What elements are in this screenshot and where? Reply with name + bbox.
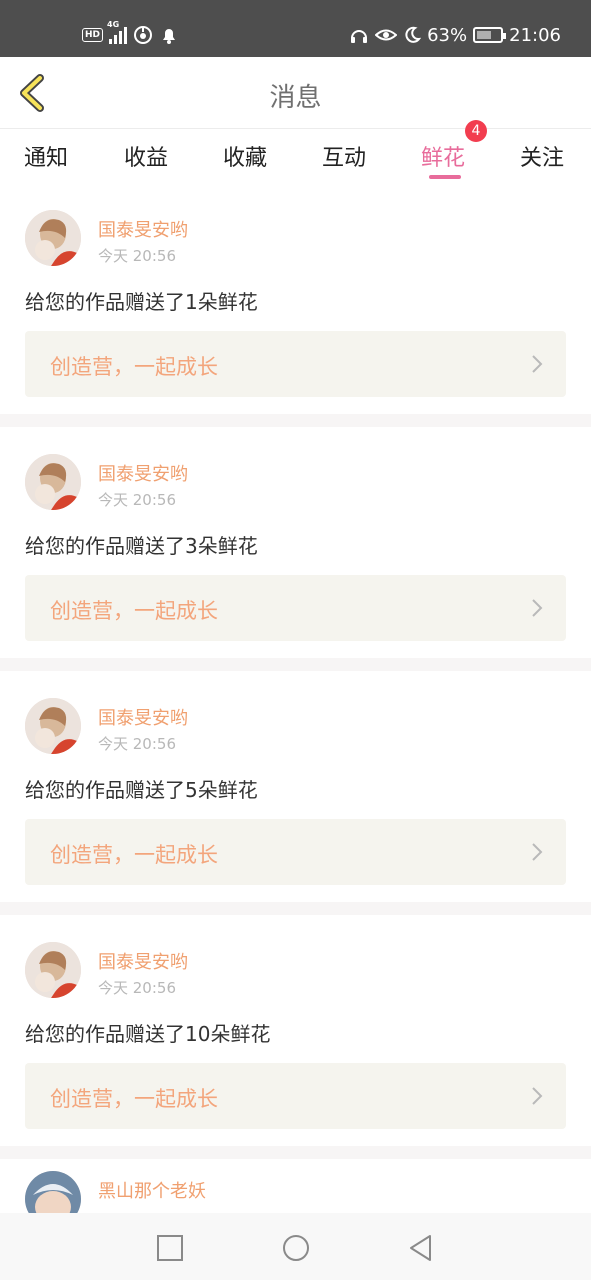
promo-label: 创造营，一起成长 xyxy=(50,843,218,867)
tab-bar: 通知 收益 收藏 互动 鲜花 关注 4 xyxy=(0,120,591,182)
avatar[interactable] xyxy=(25,454,81,510)
active-tab-indicator xyxy=(429,175,461,179)
eye-icon xyxy=(375,29,398,41)
message-text: 给您的作品赠送了5朵鲜花 xyxy=(25,778,258,802)
list-item: 国泰旻安哟 今天 20:56 给您的作品赠送了3朵鲜花 创造营，一起成长 xyxy=(0,427,591,658)
network-type: 4G xyxy=(107,20,120,29)
moon-icon xyxy=(405,26,422,43)
circle-icon[interactable] xyxy=(281,1233,311,1263)
chevron-right-icon xyxy=(532,843,543,861)
hotspot-icon xyxy=(134,26,153,44)
separator xyxy=(0,414,591,427)
promo-label: 创造营，一起成长 xyxy=(50,1087,218,1111)
message-text: 给您的作品赠送了3朵鲜花 xyxy=(25,534,258,558)
chevron-right-icon xyxy=(532,355,543,373)
promo-label: 创造营，一起成长 xyxy=(50,355,218,379)
tab-earnings[interactable]: 收益 xyxy=(124,140,168,172)
list-item: 黑山那个老妖 xyxy=(0,1159,591,1219)
timestamp: 今天 20:56 xyxy=(98,735,176,753)
list-item: 国泰旻安哟 今天 20:56 给您的作品赠送了1朵鲜花 创造营，一起成长 xyxy=(0,183,591,414)
headphones-icon xyxy=(351,30,368,43)
square-icon[interactable] xyxy=(155,1233,185,1263)
promo-label: 创造营，一起成长 xyxy=(50,599,218,623)
signal-icon: 4G xyxy=(107,20,128,44)
tab-favorites[interactable]: 收藏 xyxy=(223,140,267,172)
message-text: 给您的作品赠送了10朵鲜花 xyxy=(25,1022,271,1046)
system-nav-bar xyxy=(0,1213,591,1280)
battery-percent: 63% xyxy=(427,24,468,46)
avatar[interactable] xyxy=(25,1171,81,1219)
separator xyxy=(0,902,591,915)
list-item: 国泰旻安哟 今天 20:56 给您的作品赠送了5朵鲜花 创造营，一起成长 xyxy=(0,671,591,902)
user-name[interactable]: 国泰旻安哟 xyxy=(98,704,188,730)
chevron-right-icon xyxy=(532,1087,543,1105)
list-item: 国泰旻安哟 今天 20:56 给您的作品赠送了10朵鲜花 创造营，一起成长 xyxy=(0,915,591,1146)
tab-notification[interactable]: 通知 xyxy=(24,140,68,172)
chevron-right-icon xyxy=(532,599,543,617)
tab-interaction[interactable]: 互动 xyxy=(322,140,366,172)
status-right: 63% 21:06 xyxy=(349,20,561,50)
timestamp: 今天 20:56 xyxy=(98,979,176,997)
tab-flowers[interactable]: 鲜花 xyxy=(421,140,465,172)
hd-badge: HD xyxy=(82,28,104,42)
separator xyxy=(0,658,591,671)
status-left: HD 4G xyxy=(82,20,179,48)
triangle-back-icon[interactable] xyxy=(406,1233,436,1263)
avatar[interactable] xyxy=(25,210,81,266)
user-name[interactable]: 国泰旻安哟 xyxy=(98,948,188,974)
user-name[interactable]: 国泰旻安哟 xyxy=(98,460,188,486)
message-list: 国泰旻安哟 今天 20:56 给您的作品赠送了1朵鲜花 创造营，一起成长 国泰旻… xyxy=(0,183,591,1219)
timestamp: 今天 20:56 xyxy=(98,491,176,509)
timestamp: 今天 20:56 xyxy=(98,247,176,265)
unread-badge: 4 xyxy=(465,120,487,142)
page-title: 消息 xyxy=(269,83,322,113)
promo-link[interactable]: 创造营，一起成长 xyxy=(25,331,566,397)
header: 消息 xyxy=(0,57,591,129)
avatar[interactable] xyxy=(25,942,81,998)
user-name[interactable]: 黑山那个老妖 xyxy=(98,1177,206,1203)
user-name[interactable]: 国泰旻安哟 xyxy=(98,216,188,242)
message-text: 给您的作品赠送了1朵鲜花 xyxy=(25,290,258,314)
promo-link[interactable]: 创造营，一起成长 xyxy=(25,575,566,641)
status-bar: HD 4G 63% 21:06 xyxy=(0,0,591,57)
separator xyxy=(0,1146,591,1159)
clock: 21:06 xyxy=(509,24,561,46)
tab-following[interactable]: 关注 xyxy=(520,140,564,172)
avatar[interactable] xyxy=(25,698,81,754)
battery-icon xyxy=(473,27,507,43)
promo-link[interactable]: 创造营，一起成长 xyxy=(25,819,566,885)
promo-link[interactable]: 创造营，一起成长 xyxy=(25,1063,566,1129)
notification-bell-icon xyxy=(163,29,176,44)
